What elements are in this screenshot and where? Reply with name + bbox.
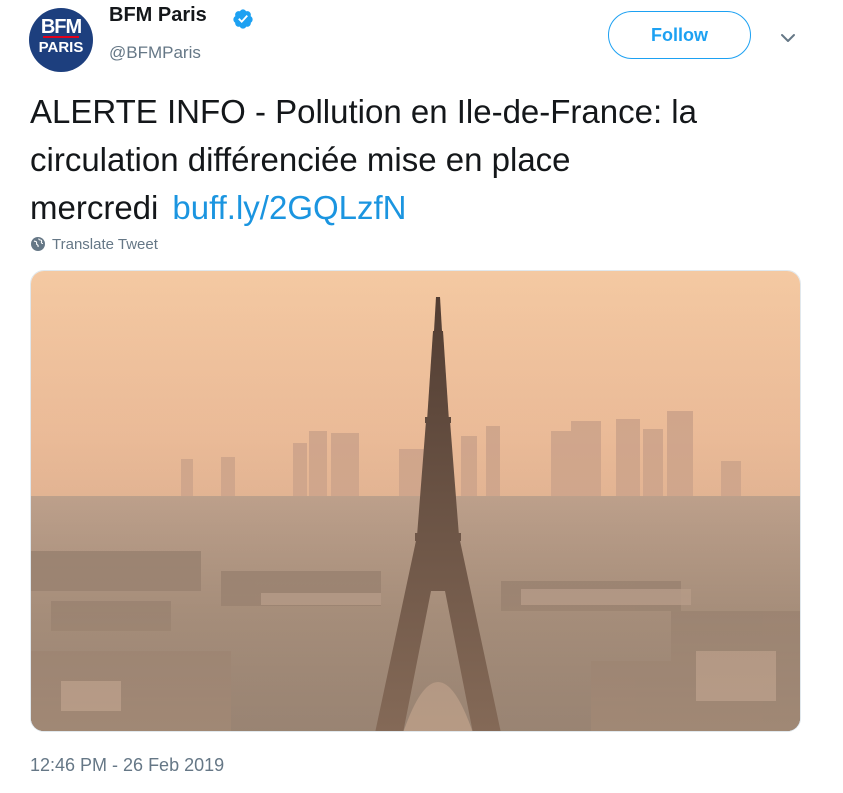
tweet-text: ALERTE INFO - Pollution en Ile-de-France…: [30, 88, 820, 232]
tweet-card: BFM PARIS BFM Paris @BFMParis Follow ALE…: [0, 0, 843, 793]
tweet-timestamp[interactable]: 12:46 PM - 26 Feb 2019: [30, 755, 224, 776]
avatar-logo-bar: [43, 36, 79, 38]
tweet-media-photo[interactable]: [30, 270, 801, 732]
author-handle[interactable]: @BFMParis: [109, 43, 201, 63]
tweet-link[interactable]: buff.ly/2GQLzfN: [172, 189, 406, 226]
translate-label: Translate Tweet: [52, 235, 158, 253]
verified-badge-icon: [233, 9, 253, 29]
author-display-name[interactable]: BFM Paris: [109, 4, 207, 27]
avatar[interactable]: BFM PARIS: [29, 8, 93, 72]
translate-tweet-button[interactable]: Translate Tweet: [30, 234, 158, 254]
chevron-down-icon[interactable]: [776, 26, 800, 50]
follow-button[interactable]: Follow: [608, 11, 751, 59]
photo-eiffel-tower-smog: [31, 271, 800, 731]
globe-icon: [31, 237, 45, 251]
avatar-logo-bottom: PARIS: [38, 39, 84, 56]
